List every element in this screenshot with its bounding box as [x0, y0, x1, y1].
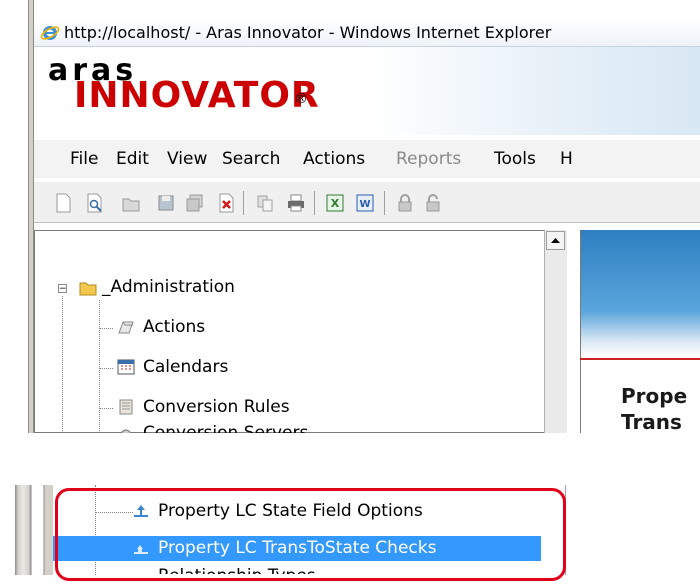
tree-node-administration[interactable]: _Administration	[102, 276, 235, 298]
tree-connector	[99, 300, 100, 433]
copy-icon[interactable]	[256, 193, 274, 213]
scroll-up-button[interactable]	[546, 231, 565, 250]
tree-scrollbar[interactable]	[544, 230, 567, 433]
delete-icon[interactable]	[217, 193, 235, 213]
window-left-border	[15, 485, 53, 575]
calendar-icon	[117, 359, 135, 375]
print-icon[interactable]	[287, 193, 305, 213]
menu-bar: File Edit View Search Actions Reports To…	[34, 140, 700, 178]
navigation-tree	[34, 230, 566, 433]
actions-icon	[118, 321, 134, 334]
conversion-servers-icon	[120, 429, 132, 433]
tree-connector	[99, 368, 113, 369]
content-heading-line1: Prope	[621, 384, 688, 408]
svg-text:X: X	[331, 197, 340, 210]
new-document-icon[interactable]	[54, 193, 72, 213]
tree-item-conversion-rules[interactable]: Conversion Rules	[143, 396, 290, 418]
toolbar: X W	[34, 182, 700, 223]
menu-help[interactable]: H	[560, 149, 573, 169]
tree-item-conversion-servers[interactable]: Conversion Servers	[143, 422, 308, 433]
title-bar: http://localhost/ - Aras Innovator - Win…	[34, 20, 700, 47]
menu-edit[interactable]: Edit	[116, 149, 149, 169]
content-heading-line2: Trans	[621, 410, 682, 433]
toolbar-separator	[384, 191, 385, 215]
logo-innovator: INNOVATOR	[74, 75, 320, 116]
menu-reports: Reports	[396, 149, 462, 169]
folder-icon	[79, 282, 97, 296]
browser-window: http://localhost/ - Aras Innovator - Win…	[0, 0, 700, 433]
lock-icon[interactable]	[396, 193, 414, 213]
tree-item-actions[interactable]: Actions	[143, 316, 205, 338]
content-heading: Prope Trans	[621, 383, 687, 433]
toolbar-separator	[314, 191, 315, 215]
content-divider	[580, 358, 700, 360]
highlight-callout-box	[55, 488, 566, 581]
logo-registered-mark: ®	[294, 91, 308, 107]
menu-actions[interactable]: Actions	[303, 149, 365, 169]
menu-search[interactable]: Search	[222, 149, 280, 169]
app-banner: aras INNOVATOR ®	[34, 47, 700, 135]
menu-tools[interactable]: Tools	[494, 149, 536, 169]
view-document-icon[interactable]	[86, 193, 104, 213]
toolbar-separator	[243, 191, 244, 215]
open-folder-icon[interactable]	[122, 193, 140, 213]
tree-connector	[99, 328, 113, 329]
collapse-toggle[interactable]: −	[58, 284, 67, 294]
tree-connector	[62, 296, 63, 433]
save-icon[interactable]	[157, 193, 175, 213]
internet-explorer-icon	[40, 26, 60, 40]
excel-icon[interactable]: X	[326, 193, 344, 213]
conversion-rules-icon	[119, 399, 133, 415]
svg-text:W: W	[359, 199, 370, 210]
tree-connector	[99, 408, 113, 409]
save-as-icon[interactable]	[186, 193, 204, 213]
menu-file[interactable]: File	[70, 149, 98, 169]
window-title: http://localhost/ - Aras Innovator - Win…	[64, 23, 552, 42]
word-icon[interactable]: W	[356, 193, 374, 213]
unlock-icon[interactable]	[424, 193, 442, 213]
tree-item-calendars[interactable]: Calendars	[143, 356, 228, 378]
menu-view[interactable]: View	[167, 149, 207, 169]
arrow-up-icon	[551, 238, 560, 243]
